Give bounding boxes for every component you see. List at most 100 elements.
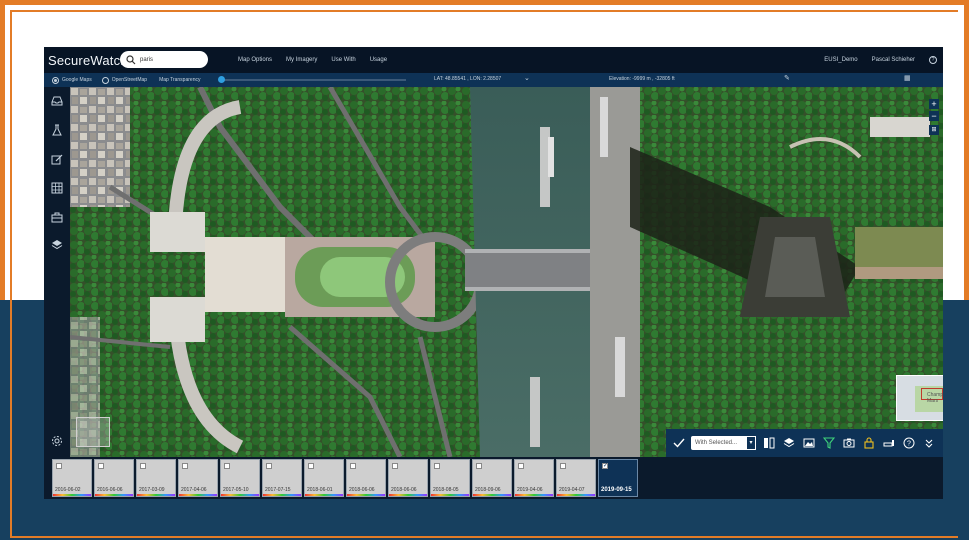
thumbnail-card-selected[interactable]: 2019-09-15 [598, 459, 638, 497]
menu-use-with[interactable]: Use With [331, 57, 355, 63]
thumbnail-checkbox[interactable] [140, 463, 146, 469]
pencil-icon[interactable]: ✎ [784, 74, 790, 82]
edit-icon[interactable] [51, 153, 63, 165]
map-layers-button[interactable]: ⊞ [929, 125, 939, 135]
search-input[interactable]: paris [140, 57, 153, 63]
app-logo[interactable]: SecureWatch [48, 53, 128, 68]
zoom-out-button[interactable]: − [929, 111, 939, 121]
thumbnail-checkbox-checked[interactable] [602, 462, 608, 469]
menu-usage[interactable]: Usage [370, 57, 387, 63]
with-selected-label: With Selected... [695, 440, 738, 446]
dropdown-caret-icon: ▾ [746, 436, 756, 450]
thumbnail-checkbox[interactable] [350, 463, 356, 469]
slide-frame-bottom [10, 536, 958, 538]
thumbnail-checkbox[interactable] [98, 463, 104, 469]
thumbnail-color-bar [137, 494, 175, 496]
thumbnail-color-bar [221, 494, 259, 496]
transparency-slider[interactable] [220, 79, 406, 81]
selection-toolbar: With Selected... ▾ ? [666, 429, 943, 457]
thumbnail-color-bar [431, 494, 469, 496]
thumbnail-card[interactable]: 2016-06-02 [52, 459, 92, 497]
grid-icon[interactable]: ▦ [904, 74, 911, 82]
securewatch-app: SecureWatch paris Map Options My Imagery… [44, 47, 943, 499]
thumbnail-color-bar [53, 494, 91, 496]
thumbnail-checkbox[interactable] [392, 463, 398, 469]
with-selected-dropdown[interactable]: With Selected... ▾ [691, 436, 756, 450]
slide-frame-inner-left [10, 10, 12, 538]
transparency-slider-handle[interactable] [218, 76, 225, 83]
thumbnail-card[interactable]: 2019-04-07 [556, 459, 596, 497]
layers-icon[interactable] [51, 239, 63, 251]
user-area: EUSI_Demo Pascal Schieher ? [824, 47, 937, 73]
settings-gear-icon[interactable] [51, 435, 63, 447]
thumbnail-color-bar [95, 494, 133, 496]
thumbnail-date: 2016-06-02 [55, 487, 81, 493]
menu-my-imagery[interactable]: My Imagery [286, 57, 317, 63]
collapse-icon[interactable] [922, 436, 936, 450]
filter-icon[interactable] [822, 436, 836, 450]
thumbnail-checkbox[interactable] [182, 463, 188, 469]
thumbnail-card[interactable]: 2018-06-06 [346, 459, 386, 497]
thumbnail-card[interactable]: 2017-03-09 [136, 459, 176, 497]
chevron-down-icon[interactable]: ⌄ [524, 74, 530, 82]
thumbnail-card[interactable]: 2019-04-06 [514, 459, 554, 497]
help-icon[interactable]: ? [929, 56, 937, 64]
thumbnail-color-bar [263, 494, 301, 496]
thumbnail-card[interactable]: 2018-06-01 [304, 459, 344, 497]
user-name[interactable]: Pascal Schieher [872, 57, 915, 63]
menu-map-options[interactable]: Map Options [238, 57, 272, 63]
thumbnail-date: 2019-04-07 [559, 487, 585, 493]
inbox-icon[interactable] [51, 95, 63, 107]
table-icon[interactable] [51, 182, 63, 194]
basemap-google-radio[interactable]: Google Maps [52, 76, 92, 84]
help-circle-icon[interactable]: ? [902, 436, 916, 450]
thumbnail-color-bar [515, 494, 553, 496]
thumbnail-card[interactable]: 2016-06-06 [94, 459, 134, 497]
thumbnail-checkbox[interactable] [476, 463, 482, 469]
basemap-osm-radio[interactable]: OpenStreetMap [101, 76, 147, 84]
thumbnail-date: 2018-06-06 [349, 487, 375, 493]
thumbnail-card[interactable]: 2018-08-05 [430, 459, 470, 497]
compare-icon[interactable] [762, 436, 776, 450]
thumbnail-color-bar [347, 494, 385, 496]
thumbnail-color-bar [473, 494, 511, 496]
thumbnail-checkbox[interactable] [560, 463, 566, 469]
overview-minimap[interactable]: Champ de Mars [896, 375, 943, 421]
satellite-map[interactable]: + − ⊞ Champ de Mars [70, 87, 943, 457]
imagery-timeline: 2016-06-02 2016-06-06 2017-03-09 2017-04… [44, 457, 943, 499]
thumbnail-card[interactable]: 2017-05-10 [220, 459, 260, 497]
thumbnail-color-bar [305, 494, 343, 496]
thumbnail-checkbox[interactable] [56, 463, 62, 469]
thumbnail-card[interactable]: 2017-07-15 [262, 459, 302, 497]
search-box[interactable]: paris [120, 51, 208, 68]
left-sidebar [44, 87, 70, 499]
coordinates-readout: LAT: 48.85541 , LON: 2.28507 [434, 76, 502, 82]
thumbnail-date: 2017-03-09 [139, 487, 165, 493]
lock-icon[interactable] [862, 436, 876, 450]
slide-frame-top [0, 0, 969, 5]
briefcase-icon[interactable] [51, 211, 63, 223]
camera-icon[interactable] [842, 436, 856, 450]
thumbnail-date: 2018-09-06 [475, 487, 501, 493]
layers-stack-icon[interactable] [782, 436, 796, 450]
thumbnail-card[interactable]: 2018-09-06 [472, 459, 512, 497]
thumbnail-checkbox[interactable] [434, 463, 440, 469]
thumbnail-card[interactable]: 2017-04-06 [178, 459, 218, 497]
thumbnail-checkbox[interactable] [224, 463, 230, 469]
zoom-in-button[interactable]: + [929, 99, 939, 109]
search-icon [126, 54, 136, 64]
thumbnail-checkbox[interactable] [518, 463, 524, 469]
map-options-bar: Google Maps OpenStreetMap Map Transparen… [44, 73, 943, 87]
slide-frame-left [0, 0, 5, 300]
flask-icon[interactable] [51, 124, 63, 136]
slide-frame-inner-top [10, 10, 958, 12]
main-menu: Map Options My Imagery Use With Usage [238, 47, 387, 73]
thumbnail-card[interactable]: 2018-06-06 [388, 459, 428, 497]
basemap-google-label: Google Maps [62, 77, 92, 83]
ruler-icon[interactable] [882, 436, 896, 450]
checkmark-icon[interactable] [672, 436, 686, 450]
thumbnail-checkbox[interactable] [266, 463, 272, 469]
account-name[interactable]: EUSI_Demo [824, 57, 857, 63]
thumbnail-checkbox[interactable] [308, 463, 314, 469]
image-icon[interactable] [802, 436, 816, 450]
